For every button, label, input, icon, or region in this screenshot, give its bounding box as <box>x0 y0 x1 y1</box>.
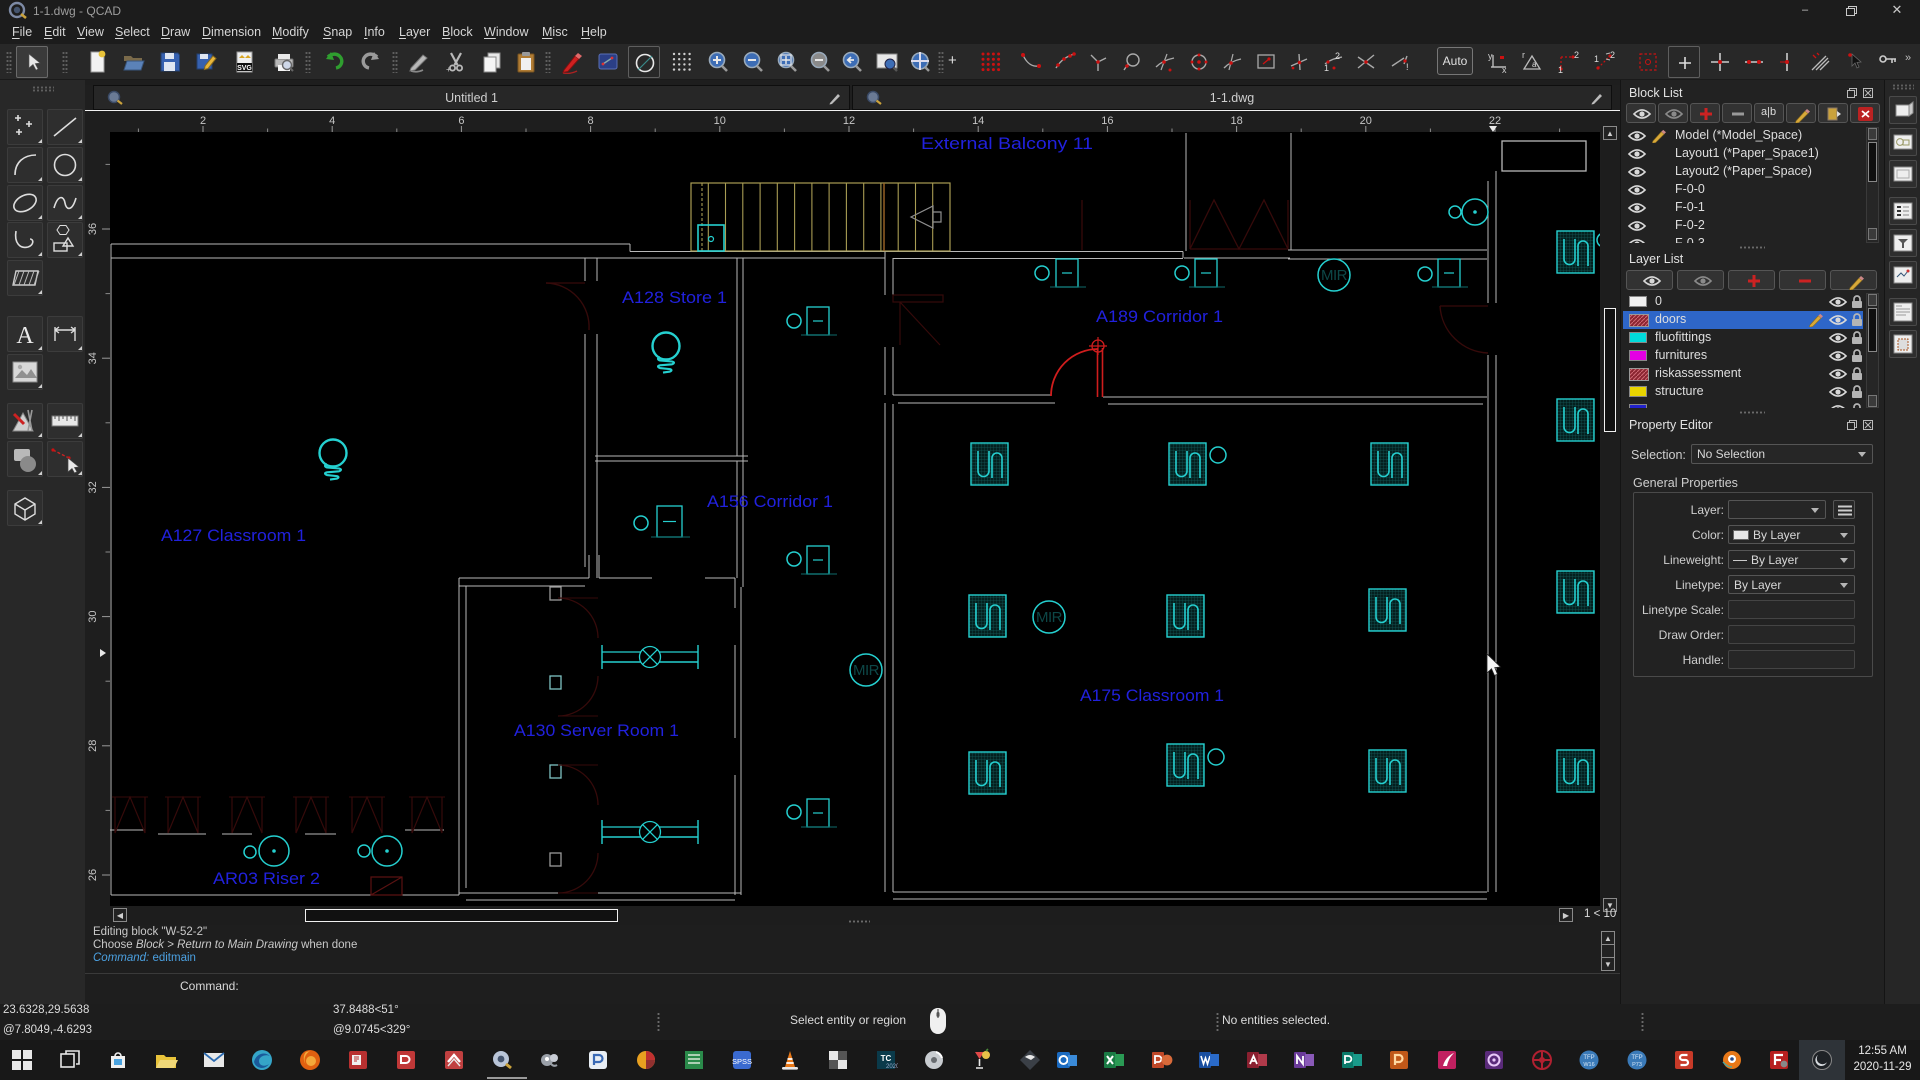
svg-text:A175 Classroom 1: A175 Classroom 1 <box>1080 686 1224 705</box>
svg-text:2: 2 <box>200 115 206 127</box>
svg-text:TFP: TFP <box>1583 1055 1594 1061</box>
svg-text:2: 2 <box>1610 50 1615 60</box>
svg-text:SPSS: SPSS <box>732 1057 752 1066</box>
svg-text:SVG: SVG <box>237 65 252 72</box>
svg-text:r: r <box>1522 50 1525 60</box>
svg-text:30: 30 <box>87 610 99 622</box>
svg-text:1: 1 <box>1324 63 1329 73</box>
svg-text:A128 Store 1: A128 Store 1 <box>622 288 727 307</box>
svg-text:2: 2 <box>1574 50 1579 60</box>
svg-text:External Balcony 11: External Balcony 11 <box>921 134 1093 153</box>
svg-text:A156 Corridor 1: A156 Corridor 1 <box>707 492 833 511</box>
svg-text:A: A <box>16 323 34 349</box>
svg-text:10: 10 <box>714 115 726 127</box>
svg-text:8: 8 <box>588 115 594 127</box>
svg-text:1: 1 <box>1558 65 1563 74</box>
svg-text:TC: TC <box>881 1054 892 1063</box>
svg-text:AR03 Riser 2: AR03 Riser 2 <box>213 869 320 888</box>
svg-text:!: ! <box>1406 62 1409 72</box>
svg-text:2: 2 <box>1335 51 1340 61</box>
svg-text:P73: P73 <box>1632 1062 1642 1068</box>
svg-text:MIR: MIR <box>1036 609 1063 626</box>
svg-text:16: 16 <box>1101 115 1113 127</box>
svg-text:2020: 2020 <box>886 1064 898 1070</box>
svg-text:MIR: MIR <box>1321 267 1348 284</box>
svg-text:y: y <box>1488 51 1493 61</box>
svg-text:18: 18 <box>1230 115 1242 127</box>
svg-text:4: 4 <box>329 115 335 127</box>
svg-text:A189 Corridor 1: A189 Corridor 1 <box>1096 307 1223 326</box>
svg-text:32: 32 <box>87 481 99 493</box>
svg-text:34: 34 <box>87 352 99 364</box>
svg-text:a: a <box>1532 60 1537 69</box>
svg-text:26: 26 <box>87 869 99 881</box>
svg-text:28: 28 <box>87 740 99 752</box>
svg-text:1: 1 <box>1594 54 1599 64</box>
svg-text:14: 14 <box>972 115 984 127</box>
svg-text:x: x <box>1502 65 1507 74</box>
svg-text:MIR: MIR <box>853 662 880 679</box>
svg-text:36: 36 <box>87 223 99 235</box>
svg-text:TFP: TFP <box>1631 1055 1642 1061</box>
svg-text:A130 Server Room 1: A130 Server Room 1 <box>514 721 679 740</box>
svg-text:20: 20 <box>1360 115 1372 127</box>
svg-text:A127 Classroom 1: A127 Classroom 1 <box>161 526 306 545</box>
svg-text:W16: W16 <box>1583 1062 1594 1068</box>
svg-text:22: 22 <box>1489 115 1501 127</box>
svg-text:12: 12 <box>843 115 855 127</box>
svg-text:6: 6 <box>458 115 464 127</box>
svg-text:+: + <box>446 65 451 74</box>
